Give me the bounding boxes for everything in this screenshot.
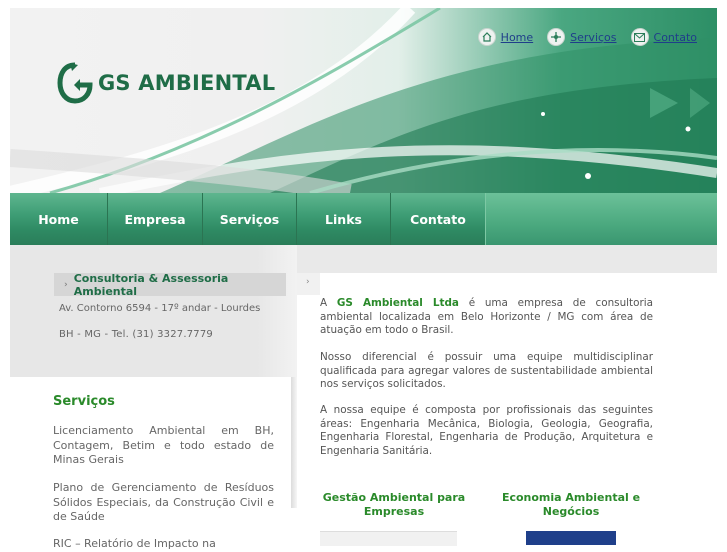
address-line-2: BH - MG - Tel. (31) 3327.7779	[59, 329, 213, 340]
chevron-right-icon: ›	[64, 279, 68, 290]
subheader-strip	[297, 245, 717, 273]
header-banner: GS AMBIENTAL Home Serviços Contato	[10, 8, 717, 193]
services-icon	[547, 28, 566, 46]
sidebar-divider	[291, 377, 297, 508]
menu-contato[interactable]: Contato	[391, 193, 485, 245]
home-icon	[477, 28, 496, 46]
intro-paragraph: A GS Ambiental Ltda é uma empresa de con…	[320, 297, 653, 338]
menu-divider	[485, 193, 486, 245]
panel-fade	[257, 245, 297, 377]
sidebar-item[interactable]: RIC – Relatório de Impacto na	[53, 537, 274, 552]
menu-tail	[485, 193, 717, 245]
sidebar-title: Serviços	[53, 394, 115, 409]
page: GS AMBIENTAL Home Serviços Contato Home …	[0, 0, 727, 550]
menu-links[interactable]: Links	[297, 193, 390, 245]
team-paragraph: A nossa equipe é composta por profission…	[320, 404, 653, 457]
sidebar-item[interactable]: Licenciamento Ambiental em BH, Contagem,…	[53, 424, 274, 468]
logo[interactable]: GS AMBIENTAL	[56, 60, 275, 106]
menu-servicos[interactable]: Serviços	[203, 193, 296, 245]
section-title-economia[interactable]: Economia Ambiental e Negócios	[494, 491, 648, 519]
economia-image[interactable]	[526, 531, 616, 545]
differential-paragraph: Nosso diferencial é possuir uma equipe m…	[320, 351, 653, 390]
recycle-logo-icon	[57, 62, 93, 104]
menu-home[interactable]: Home	[10, 193, 107, 245]
breadcrumb: › Consultoria & Assessoria Ambiental	[54, 271, 286, 298]
logo-text: GS AMBIENTAL	[98, 71, 276, 95]
menu-empresa[interactable]: Empresa	[108, 193, 202, 245]
address-line-1: Av. Contorno 6594 - 17º andar - Lourdes	[59, 303, 261, 314]
section-title-gestao[interactable]: Gestão Ambiental para Empresas	[318, 491, 470, 519]
chevron-right-icon: ›	[306, 277, 310, 287]
top-link-contato[interactable]: Contato	[630, 28, 697, 46]
company-name: GS Ambiental Ltda	[336, 297, 459, 309]
subheader-arrow: ›	[297, 273, 320, 295]
sidebar-item[interactable]: Plano de Gerenciamento de Resíduos Sólid…	[53, 481, 274, 525]
breadcrumb-label: Consultoria & Assessoria Ambiental	[73, 271, 229, 298]
top-link-servicos-label: Serviços	[570, 30, 617, 44]
top-link-home-label: Home	[500, 30, 534, 44]
top-link-servicos[interactable]: Serviços	[547, 28, 617, 46]
gestao-image[interactable]	[320, 531, 457, 546]
top-links: Home Serviços Contato	[464, 28, 697, 46]
top-link-home[interactable]: Home	[477, 28, 534, 46]
intro-prefix: A	[320, 297, 328, 309]
top-link-contato-label: Contato	[653, 30, 697, 44]
main-menu: Home Empresa Serviços Links Contato	[10, 193, 717, 245]
mail-icon	[630, 28, 649, 46]
